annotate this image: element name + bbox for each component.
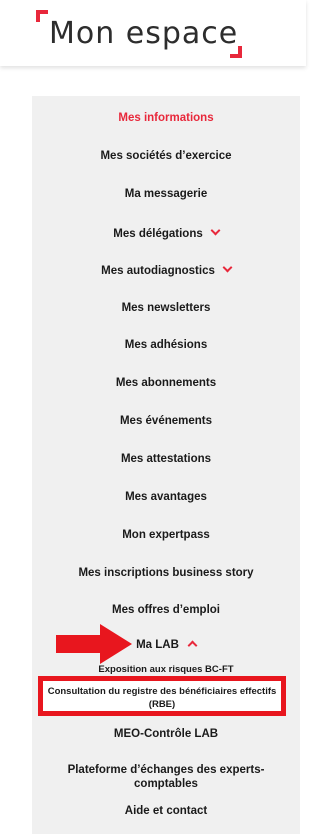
menu-item-label: Plateforme d’échanges des experts-compta… [67,764,265,790]
menu-item-informations[interactable]: Mes informations [32,111,300,125]
page-title: Mon espace [49,16,239,51]
chevron-down-icon[interactable] [210,225,221,236]
menu-item-delegations[interactable]: Mes délégations [32,225,300,241]
menu-item-label: Mes adhésions [124,339,208,351]
menu-item-label: Mes abonnements [115,377,217,389]
corner-bracket-icon [36,10,48,22]
menu-item-messagerie[interactable]: Ma messagerie [32,187,300,201]
submenu-item-exposition-risques[interactable]: Exposition aux risques BC-FT [32,664,300,676]
menu-item-label: Mon expertpass [122,529,210,541]
menu-item-avantages[interactable]: Mes avantages [32,490,300,504]
menu-item-label: Mes newsletters [121,302,211,314]
menu-item-expertpass[interactable]: Mon expertpass [32,528,300,542]
menu-item-abonnements[interactable]: Mes abonnements [32,376,300,390]
submenu-item-label: Exposition aux risques BC-FT [98,664,234,675]
menu-panel: Mes informations Mes sociétés d’exercice… [32,96,300,834]
menu-item-label: Ma LAB [136,639,179,651]
menu-item-newsletters[interactable]: Mes newsletters [32,301,300,315]
header: Mon espace [0,0,306,66]
menu-item-label: MEO-Contrôle LAB [113,728,219,740]
menu-item-label: Mes délégations [113,228,203,240]
menu-item-aide-contact[interactable]: Aide et contact [32,804,300,818]
submenu-item-registre-rbe[interactable]: Consultation du registre des bénéficiair… [43,685,281,711]
menu-item-label: Mes offres d’emploi [112,604,220,616]
menu-item-label: Mes inscriptions business story [78,567,254,579]
menu-item-label: Mes attestations [120,453,212,465]
menu-item-offres-emploi[interactable]: Mes offres d’emploi [32,603,300,617]
menu-item-attestations[interactable]: Mes attestations [32,452,300,466]
page-title-wrap: Mon espace [36,10,242,58]
chevron-down-icon[interactable] [222,262,233,273]
menu-item-autodiagnostics[interactable]: Mes autodiagnostics [32,262,300,278]
menu-item-evenements[interactable]: Mes événements [32,414,300,428]
menu-item-adhesions[interactable]: Mes adhésions [32,338,300,352]
menu-item-label: Mes sociétés d’exercice [100,150,232,162]
menu-item-societes[interactable]: Mes sociétés d’exercice [32,149,300,163]
chevron-up-icon[interactable] [187,640,198,651]
menu-item-business-story[interactable]: Mes inscriptions business story [32,566,300,580]
menu-item-label: Mes avantages [125,491,207,503]
arrow-right-icon [56,624,132,664]
menu-item-plateforme-echanges[interactable]: Plateforme d’échanges des experts-compta… [32,763,300,791]
menu-item-label: Mes événements [119,415,213,427]
corner-bracket-icon [230,46,242,58]
menu-item-label: Aide et contact [124,805,208,817]
menu-item-label: Ma messagerie [124,188,208,200]
submenu-item-label: Consultation du registre des bénéficiair… [47,686,277,710]
menu-item-label: Mes informations [118,112,214,124]
menu-item-meo-controle[interactable]: MEO-Contrôle LAB [32,727,300,741]
menu-item-label: Mes autodiagnostics [101,265,215,277]
